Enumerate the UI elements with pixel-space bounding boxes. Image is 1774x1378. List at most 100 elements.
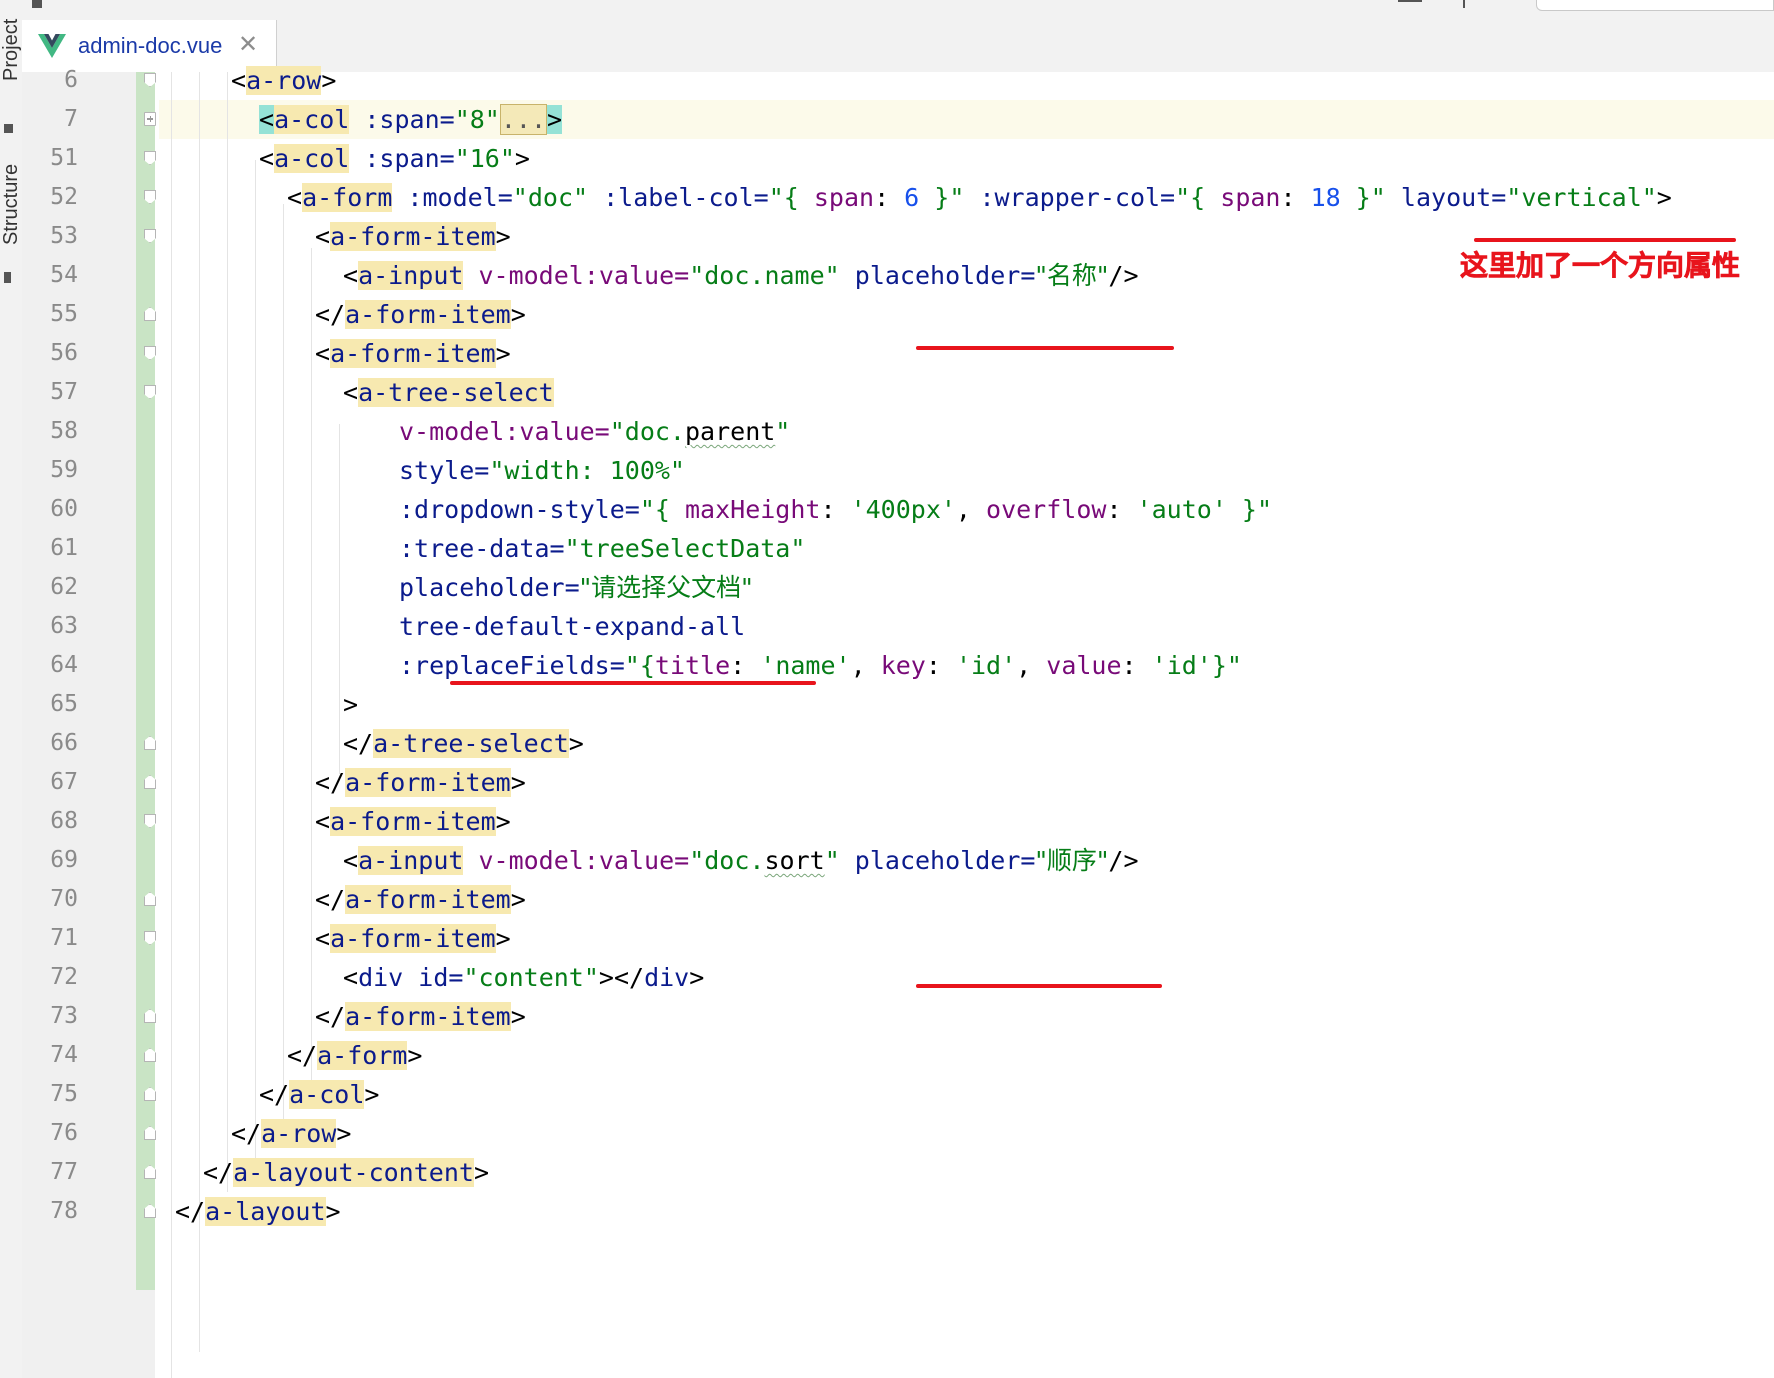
- code-text[interactable]: <a-form :model="doc" :label-col="{ span:…: [287, 178, 1672, 217]
- line-number[interactable]: 70: [22, 880, 78, 919]
- code-text[interactable]: </a-form-item>: [315, 997, 526, 1036]
- line-number[interactable]: 66: [22, 724, 78, 763]
- code-text[interactable]: <a-input v-model:value="doc.name" placeh…: [343, 256, 1139, 295]
- code-text[interactable]: :replaceFields="{title: 'name', key: 'id…: [399, 646, 1242, 685]
- code-text[interactable]: <a-form-item>: [315, 919, 511, 958]
- code-line[interactable]: 70 </a-form-item>: [0, 880, 1774, 919]
- fold-marker-icon[interactable]: [144, 814, 156, 828]
- code-text[interactable]: </a-row>: [231, 1114, 351, 1153]
- fold-marker-icon[interactable]: [144, 151, 156, 165]
- fold-marker-icon[interactable]: [144, 229, 156, 243]
- code-line[interactable]: 74 </a-form>: [0, 1036, 1774, 1075]
- code-line[interactable]: 51 <a-col :span="16">: [0, 139, 1774, 178]
- fold-marker-icon[interactable]: [144, 931, 156, 945]
- code-line[interactable]: 64 :replaceFields="{title: 'name', key: '…: [0, 646, 1774, 685]
- code-line[interactable]: 65 >: [0, 685, 1774, 724]
- code-text[interactable]: :tree-data="treeSelectData": [399, 529, 805, 568]
- code-text[interactable]: <a-row>: [231, 61, 336, 100]
- code-line[interactable]: 66 </a-tree-select>: [0, 724, 1774, 763]
- code-line[interactable]: 59 style="width: 100%": [0, 451, 1774, 490]
- code-text[interactable]: <a-form-item>: [315, 802, 511, 841]
- line-number[interactable]: 59: [22, 451, 78, 490]
- line-number[interactable]: 73: [22, 997, 78, 1036]
- code-text[interactable]: v-model:value="doc.parent": [399, 412, 790, 451]
- line-number[interactable]: 57: [22, 373, 78, 412]
- line-number[interactable]: 65: [22, 685, 78, 724]
- line-number[interactable]: 52: [22, 178, 78, 217]
- line-number[interactable]: 64: [22, 646, 78, 685]
- code-text[interactable]: </a-layout-content>: [203, 1153, 489, 1192]
- code-text[interactable]: </a-form-item>: [315, 763, 526, 802]
- line-number[interactable]: 58: [22, 412, 78, 451]
- line-number[interactable]: 61: [22, 529, 78, 568]
- code-text[interactable]: :dropdown-style="{ maxHeight: '400px', o…: [399, 490, 1272, 529]
- line-number[interactable]: 62: [22, 568, 78, 607]
- line-number[interactable]: 74: [22, 1036, 78, 1075]
- line-number[interactable]: 60: [22, 490, 78, 529]
- code-text[interactable]: </a-tree-select>: [343, 724, 584, 763]
- line-number[interactable]: 69: [22, 841, 78, 880]
- code-text[interactable]: <div id="content"></div>: [343, 958, 704, 997]
- fold-marker-icon[interactable]: [144, 892, 156, 906]
- code-line[interactable]: 68 <a-form-item>: [0, 802, 1774, 841]
- fold-marker-icon[interactable]: [144, 307, 156, 321]
- code-line[interactable]: 6 <a-row>: [0, 61, 1774, 100]
- fold-marker-icon[interactable]: [144, 736, 156, 750]
- search-everywhere-field[interactable]: [1536, 0, 1774, 11]
- code-text[interactable]: <a-form-item>: [315, 334, 511, 373]
- code-text[interactable]: <a-col :span="8"...>: [259, 100, 563, 139]
- expand-fold-icon[interactable]: [144, 112, 156, 126]
- code-text[interactable]: </a-form>: [287, 1036, 422, 1075]
- code-text[interactable]: </a-col>: [259, 1075, 379, 1114]
- line-number[interactable]: 71: [22, 919, 78, 958]
- line-number[interactable]: 56: [22, 334, 78, 373]
- code-line[interactable]: 76 </a-row>: [0, 1114, 1774, 1153]
- fold-marker-icon[interactable]: [144, 1126, 156, 1140]
- fold-marker-icon[interactable]: [144, 190, 156, 204]
- code-line[interactable]: 78 </a-layout>: [0, 1192, 1774, 1231]
- line-number[interactable]: 55: [22, 295, 78, 334]
- code-text[interactable]: <a-input v-model:value="doc.sort" placeh…: [343, 841, 1139, 880]
- line-number[interactable]: 72: [22, 958, 78, 997]
- code-text[interactable]: </a-layout>: [175, 1192, 341, 1231]
- line-number[interactable]: 78: [22, 1192, 78, 1231]
- code-line[interactable]: 73 </a-form-item>: [0, 997, 1774, 1036]
- code-line[interactable]: 60 :dropdown-style="{ maxHeight: '400px',…: [0, 490, 1774, 529]
- fold-marker-icon[interactable]: [144, 73, 156, 87]
- code-line[interactable]: 52 <a-form :model="doc" :label-col="{ spa…: [0, 178, 1774, 217]
- fold-marker-icon[interactable]: [144, 346, 156, 360]
- fold-marker-icon[interactable]: [144, 1009, 156, 1023]
- line-number[interactable]: 6: [22, 61, 78, 100]
- code-line[interactable]: 63 tree-default-expand-all: [0, 607, 1774, 646]
- code-line[interactable]: 77 </a-layout-content>: [0, 1153, 1774, 1192]
- line-number[interactable]: 51: [22, 139, 78, 178]
- code-line[interactable]: 71 <a-form-item>: [0, 919, 1774, 958]
- code-line[interactable]: 58 v-model:value="doc.parent": [0, 412, 1774, 451]
- code-text[interactable]: </a-form-item>: [315, 295, 526, 334]
- code-text[interactable]: <a-tree-select: [343, 373, 554, 412]
- code-text[interactable]: >: [343, 685, 358, 724]
- code-line[interactable]: 55 </a-form-item>: [0, 295, 1774, 334]
- code-line[interactable]: 67 </a-form-item>: [0, 763, 1774, 802]
- line-number[interactable]: 53: [22, 217, 78, 256]
- line-number[interactable]: 63: [22, 607, 78, 646]
- line-number[interactable]: 75: [22, 1075, 78, 1114]
- code-line[interactable]: 57 <a-tree-select: [0, 373, 1774, 412]
- line-number[interactable]: 77: [22, 1153, 78, 1192]
- code-line[interactable]: 7 <a-col :span="8"...>: [0, 100, 1774, 139]
- code-line[interactable]: 75 </a-col>: [0, 1075, 1774, 1114]
- code-text[interactable]: </a-form-item>: [315, 880, 526, 919]
- line-number[interactable]: 76: [22, 1114, 78, 1153]
- code-text[interactable]: tree-default-expand-all: [399, 607, 745, 646]
- fold-marker-icon[interactable]: [144, 1048, 156, 1062]
- code-line[interactable]: 56 <a-form-item>: [0, 334, 1774, 373]
- code-line[interactable]: 72 <div id="content"></div>: [0, 958, 1774, 997]
- code-line[interactable]: 62 placeholder="请选择父文档": [0, 568, 1774, 607]
- fold-marker-icon[interactable]: [144, 1204, 156, 1218]
- code-text[interactable]: <a-col :span="16">: [259, 139, 530, 178]
- code-line[interactable]: 61 :tree-data="treeSelectData": [0, 529, 1774, 568]
- code-line[interactable]: 69 <a-input v-model:value="doc.sort" plac…: [0, 841, 1774, 880]
- line-number[interactable]: 54: [22, 256, 78, 295]
- code-text[interactable]: <a-form-item>: [315, 217, 511, 256]
- close-icon[interactable]: ✕: [238, 30, 258, 59]
